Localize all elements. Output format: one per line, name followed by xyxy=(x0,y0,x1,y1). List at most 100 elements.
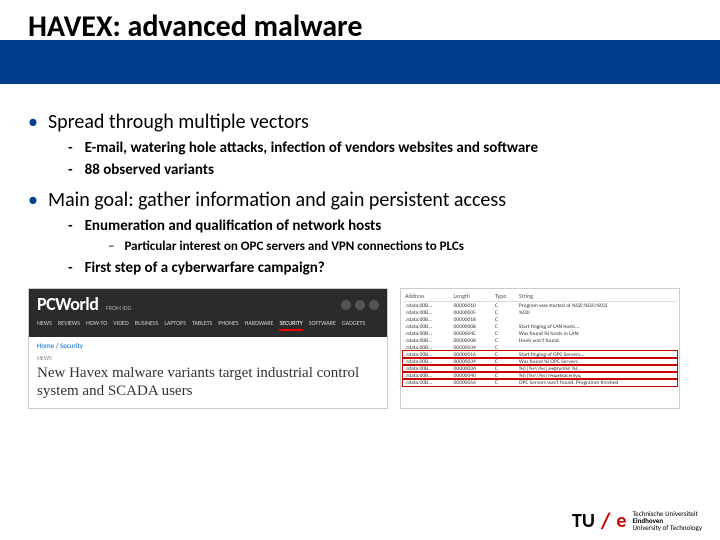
nav-item: GADGETS xyxy=(342,319,365,331)
table-cell: C xyxy=(493,365,517,372)
table-cell: 00000056 xyxy=(452,379,493,386)
table-row: .rdata:00B...00000056COPC Servers was't … xyxy=(403,379,677,386)
pcworld-header: PCWorld FROM IDG NEWSREVIEWSHOW-TOVIDEOB… xyxy=(29,289,387,337)
table-cell: .rdata:00B... xyxy=(403,344,452,351)
bullet-2-text: Main goal: gather information and gain p… xyxy=(48,188,506,212)
table-cell: C xyxy=(493,344,517,351)
nav-item: HARDWARE xyxy=(245,319,274,331)
table-cell: %i) [%s\\%s] пчшмкасмлуц xyxy=(517,372,677,379)
table-cell: 00000018 xyxy=(452,316,493,323)
table-cell: .rdata:00B... xyxy=(403,358,452,365)
table-cell: C xyxy=(493,358,517,365)
table-cell: C xyxy=(493,337,517,344)
bullet-1-text: Spread through multiple vectors xyxy=(48,110,309,134)
col-header: Length xyxy=(452,291,493,302)
article-tag: NEWS xyxy=(29,354,387,362)
ida-strings-table: AddressLengthTypeString .rdata:00B...000… xyxy=(403,291,677,386)
table-cell: 00000008 xyxy=(452,337,493,344)
table-cell: .rdata:00B... xyxy=(403,379,452,386)
table-cell: C xyxy=(493,302,517,310)
pcworld-screenshot: PCWorld FROM IDG NEWSREVIEWSHOW-TOVIDEOB… xyxy=(28,288,388,409)
table-cell: .rdata:00B... xyxy=(403,372,452,379)
table-row: .rdata:00B...00000040C%i) [%s\\%s] пчшмк… xyxy=(403,372,677,379)
table-cell: C xyxy=(493,309,517,316)
table-cell: 00000034 xyxy=(452,358,493,365)
bullet-2b: - First step of a cyberwarfare campaign? xyxy=(68,258,692,278)
table-row: .rdata:00B...00000018C xyxy=(403,316,677,323)
nav-item: HOW-TO xyxy=(86,319,107,331)
table-cell: 00000016 xyxy=(452,351,493,358)
article-headline: New Havex malware variants target indust… xyxy=(29,362,387,408)
bullet-2a-text: Enumeration and qualification of network… xyxy=(85,216,382,236)
table-cell: .rdata:00B... xyxy=(403,316,452,323)
dash-icon: - xyxy=(68,258,73,278)
bullet-2b-text: First step of a cyberwarfare campaign? xyxy=(85,258,325,278)
table-cell: C xyxy=(493,379,517,386)
table-row: .rdata:00B...00000034C xyxy=(403,344,677,351)
table-cell: %i) [%s\\%s] ачфтул%i: %i:... xyxy=(517,365,677,372)
table-cell: Program was started at %02i:%02i:%02i xyxy=(517,302,677,310)
title-bar: HAVEX: advanced malware xyxy=(0,0,720,84)
pcworld-logo: PCWorld xyxy=(37,293,98,315)
table-cell: .rdata:00B... xyxy=(403,330,452,337)
table-cell: Was found %i OPC Servers. xyxy=(517,358,677,365)
bullet-2a1: – Particular interest on OPC servers and… xyxy=(108,238,692,256)
table-row: .rdata:00B...00000016CStart finging of O… xyxy=(403,351,677,358)
figures-row: PCWorld FROM IDG NEWSREVIEWSHOW-TOVIDEOB… xyxy=(0,288,720,409)
table-cell: C xyxy=(493,316,517,323)
slash-icon: / xyxy=(601,507,610,534)
table-cell: 00000034 xyxy=(452,344,493,351)
table-cell: C xyxy=(493,372,517,379)
bullet-1a: - E-mail, watering hole attacks, infecti… xyxy=(68,138,692,158)
nav-item: NEWS xyxy=(37,319,52,331)
col-header: Type xyxy=(493,291,517,302)
table-row: .rdata:00B...00000010CProgram was starte… xyxy=(403,302,677,310)
table-cell: Was found %i hosts in LAN: xyxy=(517,330,677,337)
table-row: .rdata:00B...0000004CCWas found %i hosts… xyxy=(403,330,677,337)
bullet-1: • Spread through multiple vectors xyxy=(28,110,692,134)
twitter-icon xyxy=(355,300,365,310)
dash-icon: - xyxy=(68,216,73,236)
table-cell xyxy=(517,316,677,323)
table-cell: 0000004C xyxy=(452,330,493,337)
bullet-2a: - Enumeration and qualification of netwo… xyxy=(68,216,692,236)
bullet-dot-icon: • xyxy=(28,110,38,134)
nav-item: TABLETS xyxy=(192,319,212,331)
bullet-2: • Main goal: gather information and gain… xyxy=(28,188,692,212)
table-cell: .rdata:00B... xyxy=(403,365,452,372)
bullet-2a1-text: Particular interest on OPC servers and V… xyxy=(124,238,463,256)
table-cell: .rdata:00B... xyxy=(403,302,452,310)
table-row: .rdata:00B...00000034CWas found %i OPC S… xyxy=(403,358,677,365)
nav-item: PHONES xyxy=(218,319,238,331)
table-cell: Start finging of LAN hosts... xyxy=(517,323,677,330)
bullet-1b-text: 88 observed variants xyxy=(85,160,214,180)
dash-icon: – xyxy=(108,238,114,256)
tue-text: TU xyxy=(572,509,595,533)
table-cell: OPC Servers was't found. Programm finish… xyxy=(517,379,677,386)
col-header: String xyxy=(517,291,677,302)
table-cell: C xyxy=(493,330,517,337)
dash-icon: - xyxy=(68,160,73,180)
tue-logo: TU/e Technische Universiteit Eindhoven U… xyxy=(572,507,702,534)
table-cell: 00000005 xyxy=(452,309,493,316)
pcworld-nav: NEWSREVIEWSHOW-TOVIDEOBUSINESSLAPTOPSTAB… xyxy=(37,315,379,337)
pcworld-edition: FROM IDG xyxy=(106,304,131,312)
nav-item: BUSINESS xyxy=(135,319,159,331)
table-row: .rdata:00B...00000008CStart finging of L… xyxy=(403,323,677,330)
table-cell: 00000040 xyxy=(452,372,493,379)
table-cell: .rdata:00B... xyxy=(403,309,452,316)
nav-item: SECURITY xyxy=(279,319,302,331)
col-header: Address xyxy=(403,291,452,302)
table-row: .rdata:00B...00000005C%02i xyxy=(403,309,677,316)
table-row: .rdata:00B...0000003AC%i) [%s\\%s] ачфту… xyxy=(403,365,677,372)
search-icon xyxy=(369,300,379,310)
facebook-icon xyxy=(341,300,351,310)
table-cell: Start finging of OPC Servers... xyxy=(517,351,677,358)
table-cell: .rdata:00B... xyxy=(403,337,452,344)
nav-item: VIDEO xyxy=(113,319,128,331)
table-cell: .rdata:00B... xyxy=(403,351,452,358)
bullet-1a-text: E-mail, watering hole attacks, infection… xyxy=(85,138,538,158)
table-cell: 00000008 xyxy=(452,323,493,330)
table-cell: %02i xyxy=(517,309,677,316)
dash-icon: - xyxy=(68,138,73,158)
